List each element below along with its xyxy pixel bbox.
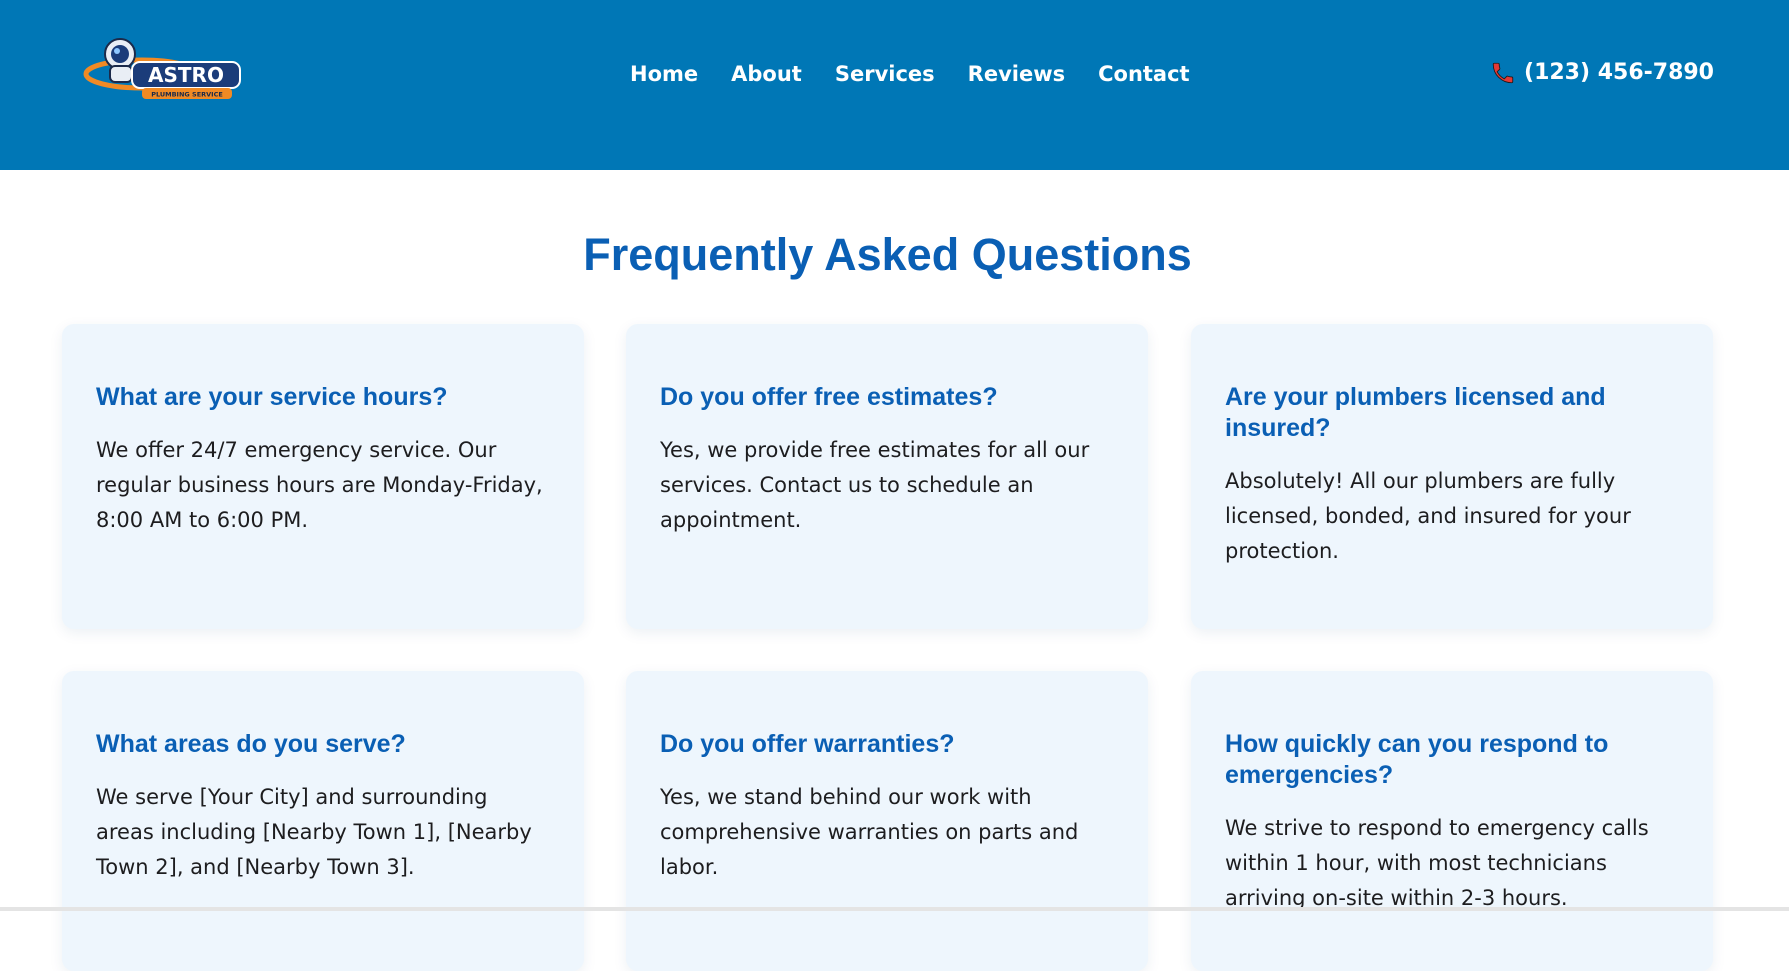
faq-answer: Yes, we stand behind our work with compr… [660,785,1079,879]
phone-number: (123) 456-7890 [1524,60,1714,85]
faq-question: Do you offer free estimates? [660,383,998,411]
faq-card: How quickly can you respond to emergenci… [1191,671,1713,971]
faq-question: What areas do you serve? [96,730,406,758]
faq-card: Do you offer free estimates? Yes, we pro… [626,324,1148,629]
faq-card: What areas do you serve? We serve [Your … [62,671,584,971]
phone-link[interactable]: (123) 456-7890 [1490,56,1714,90]
faq-answer: We serve [Your City] and surrounding are… [96,785,532,879]
astro-logo[interactable]: ASTRO PLUMBING SERVICE [80,26,250,106]
faq-answer: We strive to respond to emergency calls … [1225,816,1649,910]
faq-card: Are your plumbers licensed and insured? … [1191,324,1713,629]
faq-question: Are your plumbers licensed and insured? [1225,383,1606,442]
faq-question: How quickly can you respond to emergenci… [1225,730,1609,789]
nav-reviews[interactable]: Reviews [968,58,1065,90]
faq-answer: Yes, we provide free estimates for all o… [660,438,1090,532]
faq-title: Frequently Asked Questions [583,229,1192,280]
faq-card: Do you offer warranties? Yes, we stand b… [626,671,1148,971]
logo-wordmark: ASTRO [148,63,224,87]
nav-home[interactable]: Home [630,58,698,90]
faq-question: Do you offer warranties? [660,730,955,758]
nav-about[interactable]: About [731,58,802,90]
main-nav: Home About Services Reviews Contact [630,58,1223,90]
faq-question: What are your service hours? [96,383,448,411]
site-header: ASTRO PLUMBING SERVICE Home About Servic… [0,0,1789,170]
faq-answer: We offer 24/7 emergency service. Our reg… [96,438,543,532]
phone-icon [1490,60,1516,86]
faq-card: What are your service hours? We offer 24… [62,324,584,629]
nav-contact[interactable]: Contact [1098,58,1190,90]
nav-services[interactable]: Services [835,58,935,90]
page-bottom-edge [0,907,1789,911]
faq-answer: Absolutely! All our plumbers are fully l… [1225,469,1631,563]
logo-tagline: PLUMBING SERVICE [151,91,223,99]
